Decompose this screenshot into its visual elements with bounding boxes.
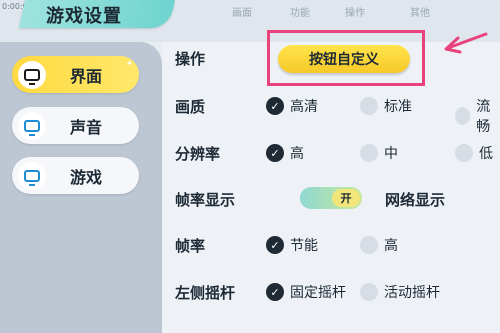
fps-display-toggle[interactable]: 开: [300, 187, 362, 209]
controls-label: 操作: [175, 50, 206, 68]
resolution-option-medium[interactable]: 中: [360, 143, 398, 163]
page-title: 游戏设置: [46, 6, 122, 27]
quality-option-smooth[interactable]: 流畅: [455, 96, 500, 136]
option-label: 流畅: [476, 99, 491, 135]
pointer-arrow-icon: [444, 32, 488, 54]
check-icon: ✓: [266, 144, 284, 162]
radio-off-icon: [455, 144, 473, 162]
option-label: 高: [290, 146, 304, 162]
quality-label: 画质: [175, 98, 206, 116]
fps-display-label: 帧率显示: [175, 191, 236, 209]
monitor-icon: [18, 161, 46, 190]
custom-buttons-button[interactable]: 按钮自定义: [278, 45, 410, 73]
check-icon: ✓: [266, 236, 284, 254]
faded-tab: 操作: [345, 8, 365, 19]
radio-off-icon: [455, 107, 471, 125]
sparkle-icon: ✦: [126, 59, 133, 68]
option-label: 低: [479, 146, 493, 162]
framerate-option-eco[interactable]: ✓ 节能: [266, 235, 318, 255]
sidebar-item-interface[interactable]: 界面 ✦: [12, 56, 139, 93]
sidebar-item-sound[interactable]: 声音: [12, 107, 139, 144]
sidebar-item-game[interactable]: 游戏: [12, 157, 139, 194]
quality-option-hd[interactable]: ✓ 高清: [266, 96, 318, 116]
sidebar-item-label: 声音: [70, 117, 103, 137]
faded-tab: 功能: [290, 8, 310, 19]
option-label: 标准: [384, 99, 412, 115]
check-icon: ✓: [266, 283, 284, 301]
joystick-option-floating[interactable]: 活动摇杆: [360, 282, 440, 302]
monitor-icon: [18, 60, 46, 89]
option-label: 高: [384, 238, 398, 254]
radio-off-icon: [360, 283, 378, 301]
faded-tab: 其他: [410, 8, 430, 19]
sidebar-item-label: 游戏: [70, 167, 103, 187]
network-display-label: 网络显示: [385, 191, 446, 209]
option-label: 活动摇杆: [384, 285, 440, 301]
check-icon: ✓: [266, 97, 284, 115]
resolution-label: 分辨率: [175, 145, 221, 163]
radio-off-icon: [360, 236, 378, 254]
radio-off-icon: [360, 144, 378, 162]
framerate-option-high[interactable]: 高: [360, 235, 398, 255]
joystick-option-fixed[interactable]: ✓ 固定摇杆: [266, 282, 346, 302]
resolution-option-high[interactable]: ✓ 高: [266, 143, 304, 163]
option-label: 节能: [290, 238, 318, 254]
option-label: 中: [384, 146, 398, 162]
monitor-icon: [18, 111, 46, 140]
left-joystick-label: 左侧摇杆: [175, 284, 236, 302]
radio-off-icon: [360, 97, 378, 115]
resolution-option-low[interactable]: 低: [455, 143, 493, 163]
toggle-knob: 开: [332, 189, 360, 207]
quality-option-standard[interactable]: 标准: [360, 96, 412, 116]
option-label: 高清: [290, 99, 318, 115]
faded-tab: 画面: [232, 8, 252, 19]
sidebar-item-label: 界面: [70, 66, 103, 86]
framerate-label: 帧率: [175, 237, 206, 255]
option-label: 固定摇杆: [290, 285, 346, 301]
